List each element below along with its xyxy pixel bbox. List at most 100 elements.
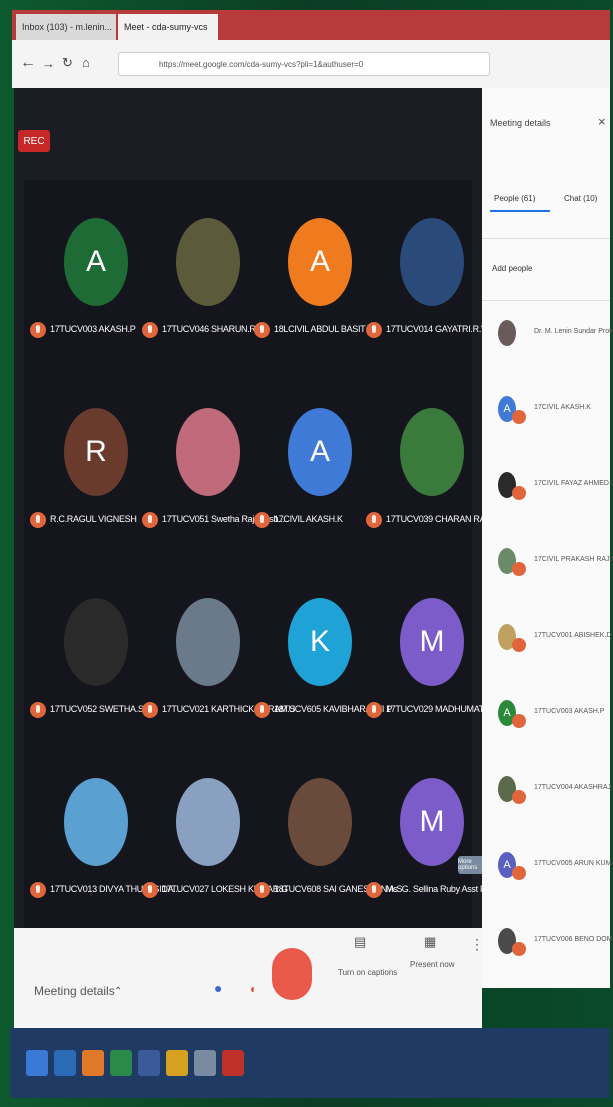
participant-avatar bbox=[176, 598, 240, 686]
participant-tile[interactable]: A 17CIVIL AKASH.K bbox=[254, 390, 366, 578]
microphone-icon[interactable]: ● bbox=[214, 980, 222, 996]
mic-muted-icon bbox=[30, 322, 46, 338]
tab-label: Inbox (103) - m.lenin... bbox=[22, 22, 113, 32]
person-name: 17CIVIL AKASH.K bbox=[534, 404, 591, 411]
back-icon[interactable]: ← bbox=[20, 54, 36, 72]
person-name: 17TUCV001 ABISHEK.D bbox=[534, 632, 612, 639]
rec-label: REC bbox=[23, 135, 45, 147]
firefox-icon[interactable] bbox=[82, 1050, 104, 1076]
camera-toggle-button[interactable] bbox=[272, 948, 312, 1000]
mic-muted-icon bbox=[512, 714, 526, 728]
url-bar[interactable]: https://meet.google.com/cda-sumy-vcs?pli… bbox=[118, 52, 490, 76]
people-list-item[interactable]: A 17CIVIL AKASH.K bbox=[482, 388, 610, 458]
participant-name: Ms. G. Sellina Ruby Asst Pr... bbox=[386, 884, 495, 894]
reload-icon[interactable]: ↻ bbox=[62, 55, 73, 71]
meeting-details-link[interactable]: Meeting details bbox=[34, 984, 115, 998]
participant-tile[interactable]: 17TUCV052 SWETHA.S bbox=[30, 580, 144, 768]
mic-muted-icon bbox=[30, 882, 46, 898]
acrobat-icon[interactable] bbox=[222, 1050, 244, 1076]
participant-avatar bbox=[176, 408, 240, 496]
tab-meet[interactable]: Meet - cda-sumy-vcs bbox=[118, 14, 218, 40]
participant-avatar bbox=[400, 408, 464, 496]
participant-tile[interactable]: 17TUCV051 Swetha Rajalaksh... bbox=[142, 390, 285, 578]
mic-muted-icon bbox=[366, 512, 382, 528]
people-list-item[interactable]: A17TUCV005 ARUN KUMAR.N bbox=[482, 844, 613, 914]
participant-tile[interactable]: 17TUCV027 LOKESH KUMAR.G bbox=[142, 760, 288, 948]
participant-name: 17TUCV052 SWETHA.S bbox=[50, 704, 144, 714]
participant-tile[interactable]: M Ms. G. Sellina Ruby Asst Pr... bbox=[366, 760, 495, 948]
participant-avatar bbox=[64, 778, 128, 866]
participant-tile[interactable]: K 18TUCV605 KAVIBHARATHI P bbox=[254, 580, 392, 768]
participant-avatar: M bbox=[400, 598, 464, 686]
panel-title: Meeting details bbox=[490, 118, 551, 128]
participant-tile[interactable]: R R.C.RAGUL VIGNESH bbox=[30, 390, 142, 578]
tab-chat[interactable]: Chat (10) bbox=[564, 194, 597, 203]
chevron-up-icon[interactable]: ⌃ bbox=[114, 986, 122, 997]
mic-muted-icon bbox=[142, 702, 158, 718]
divider bbox=[482, 238, 610, 239]
person-avatar bbox=[498, 320, 516, 346]
mic-muted-icon bbox=[512, 790, 526, 804]
participant-name: 17TUCV046 SHARUN.R bbox=[162, 324, 256, 334]
url-text: https://meet.google.com/cda-sumy-vcs?pli… bbox=[159, 59, 364, 69]
participant-avatar bbox=[64, 598, 128, 686]
people-list-item[interactable]: 17CIVIL PRAKASH RAJ.K bbox=[482, 540, 613, 610]
mic-muted-icon bbox=[366, 882, 382, 898]
excel-icon[interactable] bbox=[110, 1050, 132, 1076]
present-icon: ▦ bbox=[424, 934, 437, 949]
people-list-item[interactable]: A 17TUCV003 AKASH.P bbox=[482, 692, 610, 762]
participant-avatar: M bbox=[400, 778, 464, 866]
participant-tile[interactable]: 17TUCV039 CHARAN RAJ.N.M bbox=[366, 390, 508, 578]
participant-tile[interactable]: 17TUCV046 SHARUN.R bbox=[142, 200, 256, 388]
turn-on-captions-button[interactable]: Turn on captions bbox=[338, 968, 397, 977]
participant-tile[interactable]: 18TUCV608 SAI GANESHAN A.S bbox=[254, 760, 403, 948]
participant-avatar bbox=[176, 218, 240, 306]
people-list-item[interactable]: 17CIVIL FAYAZ AHMED.S.M bbox=[482, 464, 613, 534]
participant-tile[interactable]: A 17TUCV003 AKASH.P bbox=[30, 200, 142, 388]
mic-muted-icon bbox=[142, 882, 158, 898]
edge-icon[interactable] bbox=[54, 1050, 76, 1076]
participant-name: R.C.RAGUL VIGNESH bbox=[50, 514, 137, 524]
tab-inbox[interactable]: Inbox (103) - m.lenin... bbox=[16, 14, 116, 40]
hangup-icon[interactable]: ◐ bbox=[250, 982, 257, 996]
chrome-icon[interactable] bbox=[166, 1050, 188, 1076]
participant-name: 17TUCV003 AKASH.P bbox=[50, 324, 136, 334]
close-icon[interactable]: × bbox=[598, 114, 606, 129]
person-name: 17CIVIL PRAKASH RAJ.K bbox=[534, 556, 613, 563]
add-people-button[interactable]: Add people bbox=[492, 264, 532, 273]
participant-tile[interactable]: M 17TUCV029 MADHUMATHI.P bbox=[366, 580, 501, 768]
participant-avatar bbox=[288, 778, 352, 866]
mic-muted-icon bbox=[512, 410, 526, 424]
tab-people[interactable]: People (61) bbox=[494, 194, 535, 203]
home-icon[interactable]: ⌂ bbox=[82, 55, 90, 70]
explorer-icon[interactable] bbox=[138, 1050, 160, 1076]
participant-tile[interactable]: 17TUCV014 GAYATRI.R.V bbox=[366, 200, 487, 388]
person-name: 17CIVIL FAYAZ AHMED.S.M bbox=[534, 480, 613, 487]
forward-icon[interactable]: → bbox=[42, 56, 55, 71]
person-name: 17TUCV005 ARUN KUMAR.N bbox=[534, 860, 613, 867]
active-tab-indicator bbox=[490, 210, 550, 212]
present-now-button[interactable]: Present now bbox=[410, 960, 454, 969]
participant-tile[interactable]: 17TUCV013 DIVYA THULASIDA... bbox=[30, 760, 180, 948]
mic-muted-icon bbox=[142, 512, 158, 528]
mic-muted-icon bbox=[512, 866, 526, 880]
people-list-item[interactable]: Dr. M. Lenin Sundar Professor ... bbox=[482, 312, 613, 382]
app-icon[interactable] bbox=[194, 1050, 216, 1076]
participant-avatar bbox=[400, 218, 464, 306]
participant-avatar: K bbox=[288, 598, 352, 686]
participant-avatar bbox=[176, 778, 240, 866]
participant-tile[interactable]: A 18LCIVIL ABDUL BASIT bbox=[254, 200, 366, 388]
start-icon[interactable] bbox=[26, 1050, 48, 1076]
mic-muted-icon bbox=[366, 702, 382, 718]
participant-avatar: R bbox=[64, 408, 128, 496]
mic-muted-icon bbox=[254, 882, 270, 898]
people-list-item[interactable]: 17TUCV001 ABISHEK.D bbox=[482, 616, 612, 686]
divider bbox=[482, 300, 610, 301]
browser-tab-strip: Inbox (103) - m.lenin... Meet - cda-sumy… bbox=[12, 10, 610, 40]
mic-muted-icon bbox=[512, 942, 526, 956]
participant-tile[interactable]: 17TUCV021 KARTHICKSRIRAM.S bbox=[142, 580, 295, 768]
participant-avatar: A bbox=[288, 408, 352, 496]
people-list-item[interactable]: 17TUCV004 AKASHRAJ.R bbox=[482, 768, 613, 838]
mic-muted-icon bbox=[30, 702, 46, 718]
people-list-item[interactable]: 17TUCV006 BENO DOMINIC.J bbox=[482, 920, 613, 990]
